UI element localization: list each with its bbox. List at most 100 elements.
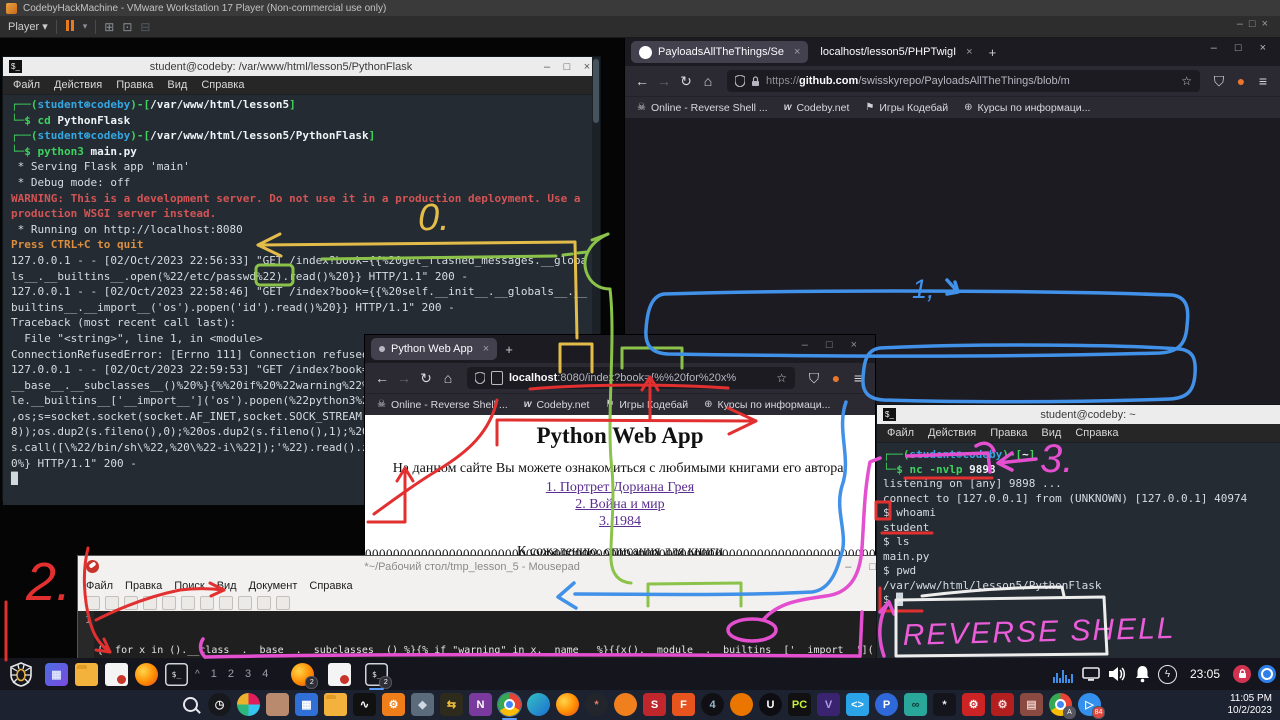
workspace-switcher[interactable]: 1 2 3 4 [211,668,273,680]
blender-icon[interactable] [730,693,753,716]
f-orange-icon[interactable]: F [672,693,695,716]
speedtest-icon[interactable]: ◷ [208,693,231,716]
pause-button[interactable] [65,20,75,34]
keepass-lock-icon[interactable] [1233,665,1251,683]
mousepad-icon[interactable] [105,663,128,686]
menu-item[interactable]: Файл [86,580,113,592]
reload-icon[interactable]: ↻ [677,73,695,90]
toolbar-button[interactable] [181,596,195,610]
gear-orange-icon[interactable]: ⚙ [382,693,405,716]
start-icon[interactable] [150,693,173,716]
mousepad-window-icon[interactable] [328,663,351,686]
new-tab-button[interactable]: + [989,45,997,60]
toolbar-button[interactable] [143,596,157,610]
unreal-icon[interactable]: U [759,693,782,716]
url-bar[interactable]: localhost:8080/index?book={%%20for%20x% … [467,367,795,389]
minimize-icon[interactable]: – [845,561,851,573]
toolbar-button[interactable] [124,596,138,610]
menu-item[interactable]: Вид [1041,427,1061,439]
toolbox-icon[interactable]: ▤ [1020,693,1043,716]
menu-item[interactable]: Действия [928,427,976,439]
pycharm-icon[interactable]: PC [788,693,811,716]
pause-dropdown[interactable]: ▾ [83,21,88,32]
menu-icon[interactable]: ≡ [1254,73,1272,89]
firefox-icon[interactable] [556,693,579,716]
bookmark-item[interactable]: ⊕Курсы по информаци... [704,399,830,411]
menu-icon[interactable]: ≡ [849,370,867,386]
spider-app-icon[interactable]: * [933,693,956,716]
xfce-clock[interactable]: 23:05 [1190,667,1220,681]
pocket-icon[interactable]: ⛉ [1210,73,1228,90]
toolbar-button[interactable] [219,596,233,610]
notification-bell-icon[interactable] [1134,665,1151,683]
back-icon[interactable]: ← [373,370,391,386]
search-icon[interactable] [179,693,202,716]
firefox-icon[interactable] [135,663,158,686]
forward-icon[interactable]: → [655,73,673,89]
terminal-titlebar[interactable]: $_ student@codeby: ~ [877,405,1280,424]
gear-red-2-icon[interactable]: ⚙ [991,693,1014,716]
reload-icon[interactable]: ↻ [417,370,435,387]
extension-icon[interactable]: ● [1232,73,1250,89]
tab-close-icon[interactable]: × [483,343,489,355]
bookmark-item[interactable]: ☠Online - Reverse Shell ... [637,102,768,114]
fullscreen-icon[interactable]: ⊡ [122,20,132,34]
send-ctrl-alt-del-icon[interactable]: ⊞ [104,20,114,34]
bookmark-item[interactable]: wCodeby.net [524,399,590,411]
menu-item[interactable]: Справка [1075,427,1118,439]
minimize-icon[interactable]: – [540,61,554,73]
calendar-icon[interactable]: ▦ [295,693,318,716]
terminal-window-icon[interactable]: $_2 [365,663,388,686]
tab-localhost-phptwig[interactable]: localhost/lesson5/PHPTwigI× [812,41,980,63]
menu-item[interactable]: Правка [990,427,1027,439]
menu-item[interactable]: Правка [125,580,162,592]
terminal-icon[interactable]: $_ [165,663,188,686]
toolbar-button[interactable] [238,596,252,610]
bookmark-item[interactable]: ⚑Игры Кодебай [865,102,948,114]
vscode-icon[interactable]: <> [846,693,869,716]
tab-close-icon[interactable]: × [794,46,800,58]
url-bar[interactable]: https://github.com/swisskyrepo/PayloadsA… [727,70,1200,92]
collapse-arrow[interactable]: ^ [195,669,200,680]
maximize-icon[interactable]: □ [560,61,574,73]
volume-icon[interactable] [1107,665,1127,683]
menu-item[interactable]: Вид [217,580,237,592]
toolbar-button[interactable] [105,596,119,610]
portrait-icon[interactable] [266,693,289,716]
toolbar-button[interactable] [276,596,290,610]
bookmark-item[interactable]: wCodeby.net [784,102,850,114]
windows-clock[interactable]: 11:05 PM 10/2/2023 [1228,693,1273,717]
menu-item[interactable]: Вид [167,79,187,91]
terminal-titlebar[interactable]: $_ student@codeby: /var/www/html/lesson5… [3,57,600,76]
home-icon[interactable]: ⌂ [699,73,717,89]
toolbar-button[interactable] [257,596,271,610]
menu-item[interactable]: Файл [887,427,914,439]
arrows-yellow-icon[interactable]: ⇆ [440,693,463,716]
toolbar-button[interactable] [200,596,214,610]
book-link[interactable]: 2. Война и мир [575,497,664,512]
p-blue-icon[interactable]: P [875,693,898,716]
tab-python-web-app[interactable]: Python Web App× [371,338,497,360]
player-menu[interactable]: Player ▾ [8,20,48,33]
book-link[interactable]: 1. Портрет Дориана Грея [546,480,694,495]
s-red-icon[interactable]: S [643,693,666,716]
bookmark-item[interactable]: ⚑Игры Кодебай [605,399,688,411]
back-icon[interactable]: ← [633,73,651,89]
gear-red-1-icon[interactable]: ⚙ [962,693,985,716]
menu-item[interactable]: Справка [309,580,352,592]
terminal-output[interactable]: ┌──(student⊛codeby)-[~]└─$ nc -nvlp 9898… [877,443,1280,669]
onenote-icon[interactable]: N [469,693,492,716]
file-manager-icon[interactable] [75,663,98,686]
bookmark-item[interactable]: ⊕Курсы по информаци... [964,102,1090,114]
bookmark-star-icon[interactable]: ☆ [776,371,787,385]
forward-icon[interactable]: → [395,370,413,386]
menu-item[interactable]: Правка [116,79,153,91]
chrome-profile-icon[interactable]: A [1049,693,1072,716]
power-manager-icon[interactable]: ϟ [1158,665,1177,684]
mcreator-icon[interactable]: ∞ [904,693,927,716]
explorer-icon[interactable] [324,693,347,716]
bookmark-star-icon[interactable]: ☆ [1181,74,1192,88]
resolve-icon[interactable]: * [585,693,608,716]
editor-text[interactable]: {% for x in ().__class__.__base__.__subc… [78,611,884,662]
visual-studio-icon[interactable]: V [817,693,840,716]
